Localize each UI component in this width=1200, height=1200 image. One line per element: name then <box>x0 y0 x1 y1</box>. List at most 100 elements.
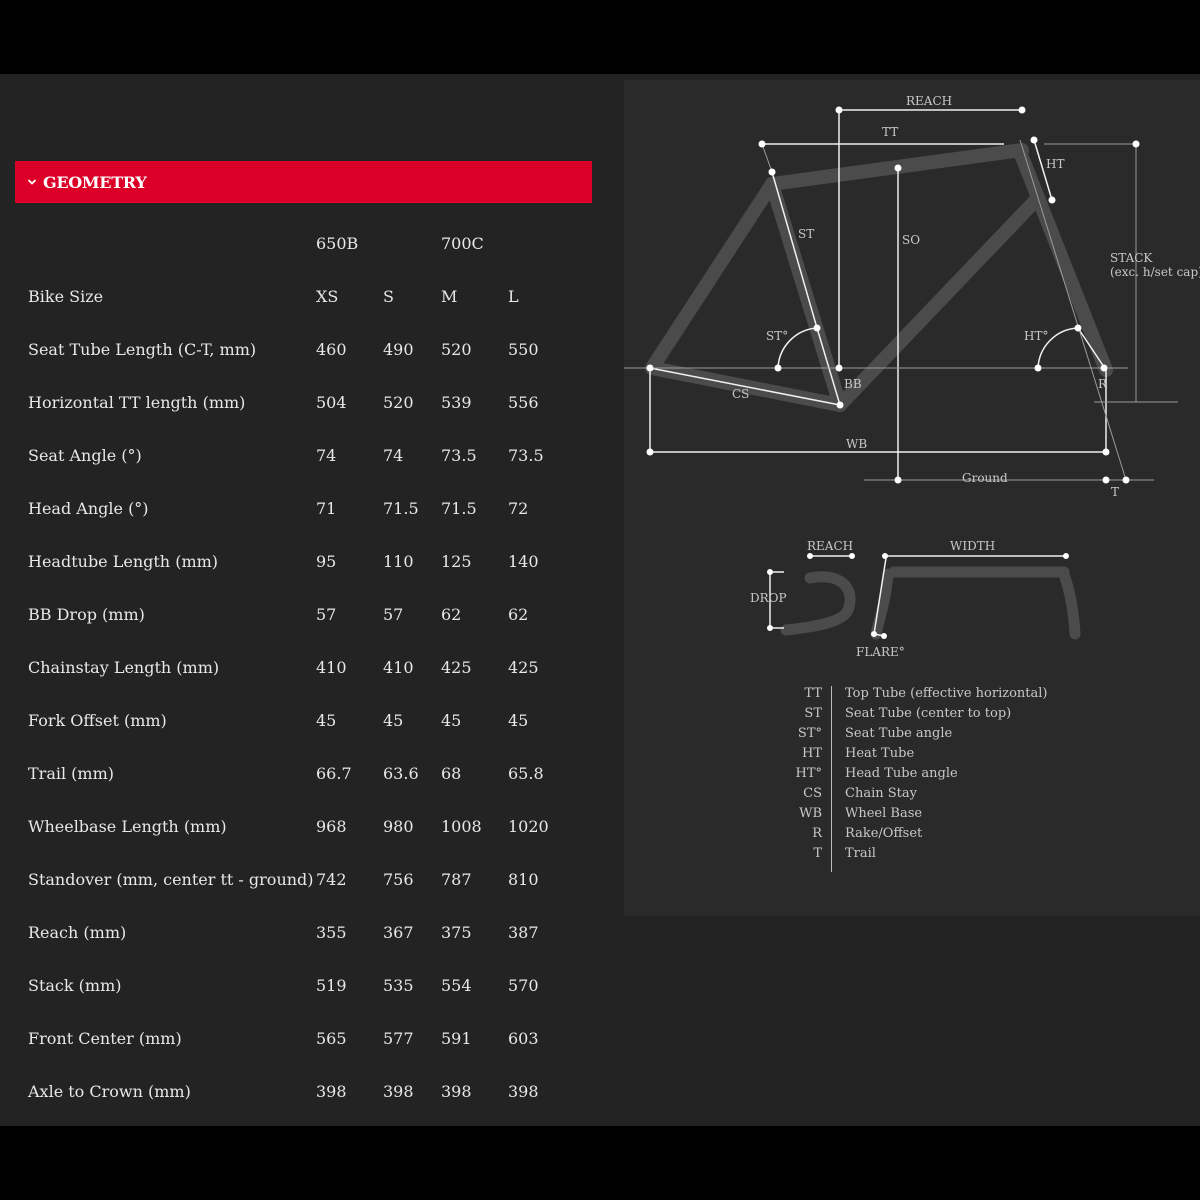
legend-abbr: TT <box>804 686 822 701</box>
table-row: Chainstay Length (mm) 410 410 425 425 <box>28 658 588 682</box>
row-value: 410 <box>316 658 347 677</box>
row-label: Wheelbase Length (mm) <box>28 817 227 836</box>
row-value: 565 <box>316 1029 347 1048</box>
row-value: 398 <box>383 1082 414 1101</box>
row-value: 367 <box>383 923 414 942</box>
bb-label: BB <box>844 377 862 391</box>
legend-item: T Trail <box>784 846 1144 866</box>
legend-desc: Rake/Offset <box>845 826 923 841</box>
row-value: 535 <box>383 976 414 995</box>
row-value: 398 <box>508 1082 539 1101</box>
table-row: Trail (mm) 66.7 63.6 68 65.8 <box>28 764 588 788</box>
row-label: Seat Angle (°) <box>28 446 142 465</box>
table-row: Fork Offset (mm) 45 45 45 45 <box>28 711 588 735</box>
table-row: Bike Size XS S M L <box>28 287 588 311</box>
row-value: 980 <box>383 817 414 836</box>
row-value: 756 <box>383 870 414 889</box>
table-row: Headtube Length (mm) 95 110 125 140 <box>28 552 588 576</box>
row-value: 556 <box>508 393 539 412</box>
ground-label: Ground <box>962 471 1008 485</box>
row-value: 63.6 <box>383 764 419 783</box>
legend-abbr: T <box>813 846 822 861</box>
table-row: BB Drop (mm) 57 57 62 62 <box>28 605 588 629</box>
legend-item: CS Chain Stay <box>784 786 1144 806</box>
st-angle-label: ST° <box>766 329 788 343</box>
row-label: Front Center (mm) <box>28 1029 182 1048</box>
legend-abbr: R <box>812 826 822 841</box>
legend-item: ST Seat Tube (center to top) <box>784 706 1144 726</box>
row-value: 66.7 <box>316 764 352 783</box>
row-label: Seat Tube Length (C-T, mm) <box>28 340 257 359</box>
row-value: 74 <box>316 446 337 465</box>
geometry-accordion-header[interactable]: GEOMETRY <box>15 161 592 203</box>
table-row: Standover (mm, center tt - ground) 742 756… <box>28 870 588 894</box>
row-value: 45 <box>441 711 462 730</box>
t-label: T <box>1111 485 1119 499</box>
diagram-legend: TT Top Tube (effective horizontal) ST Seat … <box>784 686 1144 876</box>
row-value: 45 <box>508 711 529 730</box>
row-value: 570 <box>508 976 539 995</box>
table-row: Reach (mm) 355 367 375 387 <box>28 923 588 947</box>
table-row: Head Angle (°) 71 71.5 71.5 72 <box>28 499 588 523</box>
row-value: 62 <box>441 605 462 624</box>
bar-flare-label: FLARE° <box>856 645 905 659</box>
wb-label: WB <box>846 437 867 451</box>
row-value: 539 <box>441 393 472 412</box>
bar-width-label: WIDTH <box>950 539 995 553</box>
legend-desc: Seat Tube angle <box>845 726 953 741</box>
row-value: 504 <box>316 393 347 412</box>
ht-label: HT <box>1046 157 1064 171</box>
row-value: 57 <box>383 605 404 624</box>
row-label: Headtube Length (mm) <box>28 552 219 571</box>
row-label: Horizontal TT length (mm) <box>28 393 246 412</box>
row-label: Stack (mm) <box>28 976 122 995</box>
legend-item: WB Wheel Base <box>784 806 1144 826</box>
row-value: 387 <box>508 923 539 942</box>
stack-note: (exc. h/set cap) <box>1110 265 1200 279</box>
row-value: S <box>383 287 394 306</box>
row-value: 45 <box>316 711 337 730</box>
legend-item: HT° Head Tube angle <box>784 766 1144 786</box>
legend-item: TT Top Tube (effective horizontal) <box>784 686 1144 706</box>
so-label: SO <box>902 233 920 247</box>
row-label: Standover (mm, center tt - ground) <box>28 870 314 889</box>
row-value: 554 <box>441 976 472 995</box>
reach-label: REACH <box>906 94 952 108</box>
row-value: 71.5 <box>383 499 419 518</box>
row-label: BB Drop (mm) <box>28 605 145 624</box>
cs-label: CS <box>732 387 749 401</box>
row-value: 742 <box>316 870 347 889</box>
table-row: Stack (mm) 519 535 554 570 <box>28 976 588 1000</box>
row-value: 62 <box>508 605 529 624</box>
group-650b: 650B <box>316 234 359 253</box>
chevron-down-icon <box>27 177 37 187</box>
row-value: 1020 <box>508 817 549 836</box>
row-value: 577 <box>383 1029 414 1048</box>
table-row: Front Center (mm) 565 577 591 603 <box>28 1029 588 1053</box>
legend-desc: Wheel Base <box>845 806 923 821</box>
legend-abbr: ST <box>804 706 822 721</box>
row-value: 65.8 <box>508 764 544 783</box>
row-value: L <box>508 287 519 306</box>
geometry-title: GEOMETRY <box>43 172 147 192</box>
table-row: Seat Tube Length (C-T, mm) 460 490 520 550 <box>28 340 588 364</box>
row-value: 140 <box>508 552 539 571</box>
table-row: Wheelbase Length (mm) 968 980 1008 1020 <box>28 817 588 841</box>
row-value: 71.5 <box>441 499 477 518</box>
row-value: 45 <box>383 711 404 730</box>
st-label: ST <box>798 227 814 241</box>
row-value: 550 <box>508 340 539 359</box>
row-value: 591 <box>441 1029 472 1048</box>
bar-reach-label: REACH <box>807 539 853 553</box>
row-value: 1008 <box>441 817 482 836</box>
row-label: Head Angle (°) <box>28 499 149 518</box>
row-value: 425 <box>441 658 472 677</box>
row-value: 460 <box>316 340 347 359</box>
stack-label: STACK <box>1110 251 1153 265</box>
row-label: Bike Size <box>28 287 104 306</box>
table-row: Seat Angle (°) 74 74 73.5 73.5 <box>28 446 588 470</box>
row-value: 73.5 <box>508 446 544 465</box>
geometry-page: GEOMETRY 650B 700C Bike Size XS S M L Seat Tu… <box>0 74 1200 1126</box>
geometry-diagram-panel: REACH TT HT ST SO STACK (exc. h/set cap)… <box>624 80 1200 916</box>
row-label: Axle to Crown (mm) <box>28 1082 191 1101</box>
